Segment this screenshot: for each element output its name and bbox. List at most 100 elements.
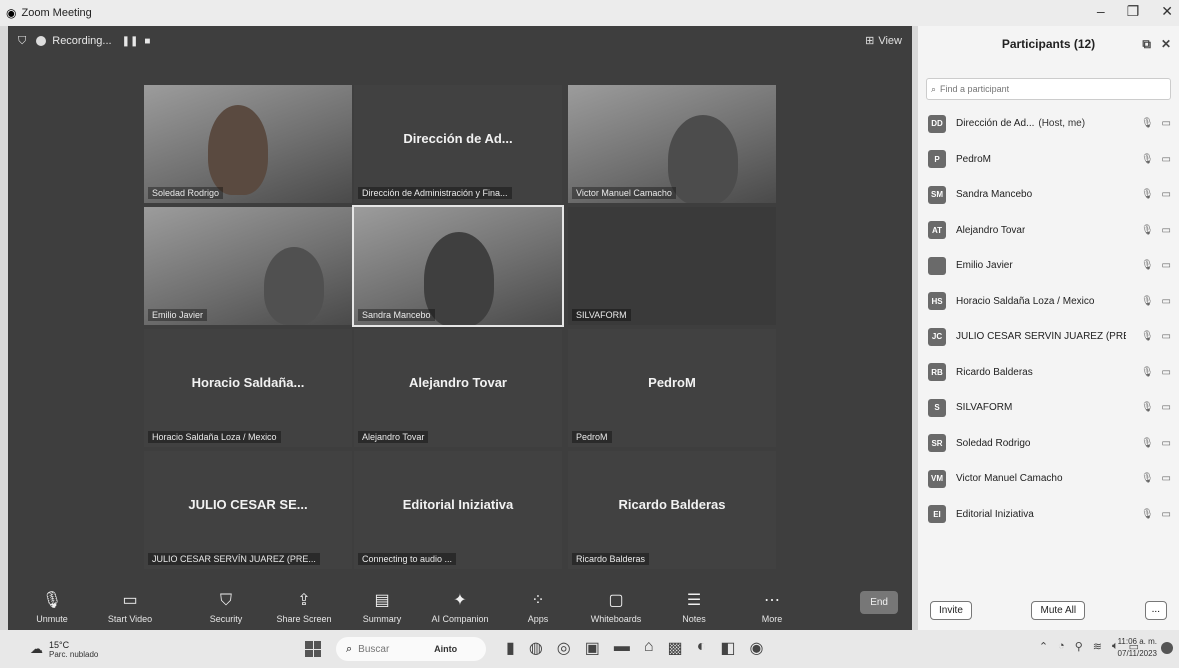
zoom-app: ◉ Zoom Meeting – ❐ ✕ ⛉ Recording... ❚❚ ■… — [0, 0, 1179, 668]
video-tile[interactable]: Emilio Javier — [144, 207, 352, 325]
app-icon[interactable]: ▩ — [668, 638, 683, 658]
participant-row[interactable]: RB Ricardo Balderas 🎙︎ ▭ — [918, 355, 1179, 391]
more-options-button[interactable]: ... — [1144, 601, 1167, 620]
shield-icon[interactable]: ⛉ — [18, 35, 26, 48]
participant-row[interactable]: P PedroM 🎙︎ ▭ — [918, 142, 1179, 178]
photos-icon[interactable]: ▣ — [585, 638, 600, 658]
taskbar-search-input[interactable] — [358, 643, 429, 655]
video-off-icon[interactable]: ▭ — [1162, 473, 1171, 484]
task-view-icon[interactable]: ▮ — [506, 638, 515, 658]
video-tile[interactable]: Editorial Iniziativa Connecting to audio… — [354, 451, 562, 569]
participant-search[interactable]: ⌕ — [926, 78, 1171, 100]
chrome-icon[interactable]: ◎ — [557, 638, 571, 658]
notification-icon[interactable] — [1161, 642, 1173, 654]
video-off-icon[interactable]: ▭ — [1162, 509, 1171, 520]
windows-start-icon[interactable] — [305, 641, 321, 657]
participant-row[interactable]: VM Victor Manuel Camacho 🎙︎ ▭ — [918, 461, 1179, 497]
mic-muted-icon[interactable]: 🎙︎ — [1141, 509, 1154, 520]
popout-icon[interactable]: ⧉ — [1142, 37, 1151, 52]
video-off-icon[interactable]: ▭ — [1162, 331, 1171, 342]
mic-muted-icon[interactable]: 🎙︎ — [1141, 402, 1154, 413]
store-icon[interactable]: ⌂ — [644, 638, 654, 658]
video-off-icon[interactable]: ▭ — [1162, 367, 1171, 378]
participant-name: JULIO CESAR SERVÍN JUAREZ (PRESE... — [956, 331, 1126, 343]
participant-row[interactable]: AT Alejandro Tovar 🎙︎ ▭ — [918, 213, 1179, 249]
file-explorer-icon[interactable]: ▬ — [614, 638, 630, 658]
share-screen-button[interactable]: ⇪ Share Screen — [266, 592, 342, 624]
mic-muted-icon[interactable]: 🎙︎ — [1141, 118, 1154, 129]
mic-muted-icon[interactable]: 🎙︎ — [1141, 367, 1154, 378]
whiteboards-button[interactable]: ▢ Whiteboards — [578, 592, 654, 624]
video-tile[interactable]: Horacio Saldaña... Horacio Saldaña Loza … — [144, 329, 352, 447]
taskbar-search[interactable]: ⌕ Ainto — [336, 637, 486, 661]
unmute-button[interactable]: 🎙︎ Unmute — [14, 592, 90, 624]
apps-button[interactable]: ⁘ Apps — [500, 592, 576, 624]
outlook-icon[interactable]: ◧ — [720, 638, 735, 658]
weather-widget[interactable]: ☁ 15°C Parc. nublado — [0, 640, 98, 659]
video-tile[interactable]: Soledad Rodrigo — [144, 85, 352, 203]
video-off-icon[interactable]: ▭ — [1162, 402, 1171, 413]
mic-muted-icon[interactable]: 🎙︎ — [1141, 473, 1154, 484]
chat-icon[interactable]: ◍ — [529, 638, 543, 658]
participant-row[interactable]: EI Editorial Iniziativa 🎙︎ ▭ — [918, 497, 1179, 533]
more-button[interactable]: ⋯ More — [734, 592, 810, 624]
mic-muted-icon[interactable]: 🎙︎ — [1141, 225, 1154, 236]
view-button[interactable]: ⊞ View — [865, 34, 902, 48]
network-icon[interactable]: ◔ — [1058, 640, 1065, 653]
participant-row[interactable]: DD Dirección de Ad... (Host, me) 🎙︎ ▭ — [918, 106, 1179, 142]
video-off-icon[interactable]: ▭ — [1162, 438, 1171, 449]
pause-recording-icon[interactable]: ❚❚ — [122, 36, 139, 47]
mute-all-button[interactable]: Mute All — [1031, 601, 1086, 620]
mic-muted-icon[interactable]: 🎙︎ — [1141, 154, 1154, 165]
notes-button[interactable]: ☰ Notes — [656, 592, 732, 624]
participant-row[interactable]: HS Horacio Saldaña Loza / Mexico 🎙︎ ▭ — [918, 284, 1179, 320]
participant-row[interactable]: SM Sandra Mancebo 🎙︎ ▭ — [918, 177, 1179, 213]
video-off-icon[interactable]: ▭ — [1162, 154, 1171, 165]
close-panel-icon[interactable]: ✕ — [1161, 37, 1171, 52]
tile-big-name: Ricardo Balderas — [618, 497, 726, 512]
summary-button[interactable]: ▤ Summary — [344, 592, 420, 624]
end-meeting-button[interactable]: End — [860, 591, 898, 614]
wifi-icon[interactable]: ≋ — [1093, 640, 1102, 653]
mic-muted-icon[interactable]: 🎙︎ — [1141, 296, 1154, 307]
muted-mic-icon: 🎙︎ — [41, 592, 63, 609]
video-tile-active-speaker[interactable]: Sandra Mancebo — [352, 205, 564, 327]
video-off-icon[interactable]: ▭ — [1162, 225, 1171, 236]
location-icon[interactable]: ⚲ — [1075, 640, 1083, 653]
video-tile[interactable]: Alejandro Tovar Alejandro Tovar — [354, 329, 562, 447]
video-tile[interactable]: Dirección de Ad... Dirección de Administ… — [354, 85, 562, 203]
video-tile[interactable]: PedroM PedroM — [568, 329, 776, 447]
start-video-button[interactable]: ▭ Start Video — [92, 592, 168, 624]
security-button[interactable]: ⛉ Security — [188, 592, 264, 624]
mic-muted-icon[interactable]: 🎙︎ — [1141, 438, 1154, 449]
participant-row[interactable]: S SILVAFORM 🎙︎ ▭ — [918, 390, 1179, 426]
tile-name-tag: Sandra Mancebo — [358, 309, 435, 321]
ai-companion-button[interactable]: ✦ AI Companion — [422, 592, 498, 624]
system-clock[interactable]: 11:06 a. m. 07/11/2023 — [1118, 636, 1157, 660]
video-off-icon[interactable]: ▭ — [1162, 189, 1171, 200]
participant-row[interactable]: JC JULIO CESAR SERVÍN JUAREZ (PRESE... 🎙︎ ▭ — [918, 319, 1179, 355]
close-button[interactable]: ✕ — [1161, 3, 1173, 20]
video-off-icon[interactable]: ▭ — [1162, 260, 1171, 271]
minimize-button[interactable]: – — [1097, 3, 1105, 20]
participant-row[interactable]: SR Soledad Rodrigo 🎙︎ ▭ — [918, 426, 1179, 462]
participant-row[interactable]: Emilio Javier 🎙︎ ▭ — [918, 248, 1179, 284]
zoom-taskbar-icon[interactable]: ◉ — [749, 638, 763, 658]
video-tile[interactable]: JULIO CESAR SE... JULIO CESAR SERVÍN JUA… — [144, 451, 352, 569]
video-tile[interactable]: Ricardo Balderas Ricardo Balderas — [568, 451, 776, 569]
participants-header: Participants (12) ⧉ ✕ — [918, 26, 1179, 62]
mic-muted-icon[interactable]: 🎙︎ — [1141, 189, 1154, 200]
recording-indicator[interactable]: Recording... — [36, 35, 112, 47]
video-off-icon[interactable]: ▭ — [1162, 296, 1171, 307]
chevron-up-icon[interactable]: ⌃ — [1039, 640, 1048, 653]
video-tile[interactable]: Victor Manuel Camacho — [568, 85, 776, 203]
participant-search-input[interactable] — [940, 84, 1141, 94]
video-off-icon[interactable]: ▭ — [1162, 118, 1171, 129]
stop-recording-icon[interactable]: ■ — [144, 36, 150, 47]
mic-muted-icon[interactable]: 🎙︎ — [1141, 260, 1154, 271]
invite-button[interactable]: Invite — [930, 601, 972, 620]
mic-muted-icon[interactable]: 🎙︎ — [1141, 331, 1154, 342]
restore-button[interactable]: ❐ — [1127, 3, 1140, 20]
video-tile[interactable]: SILVAFORM — [568, 207, 776, 325]
browser-icon[interactable]: ◐ — [697, 638, 707, 658]
